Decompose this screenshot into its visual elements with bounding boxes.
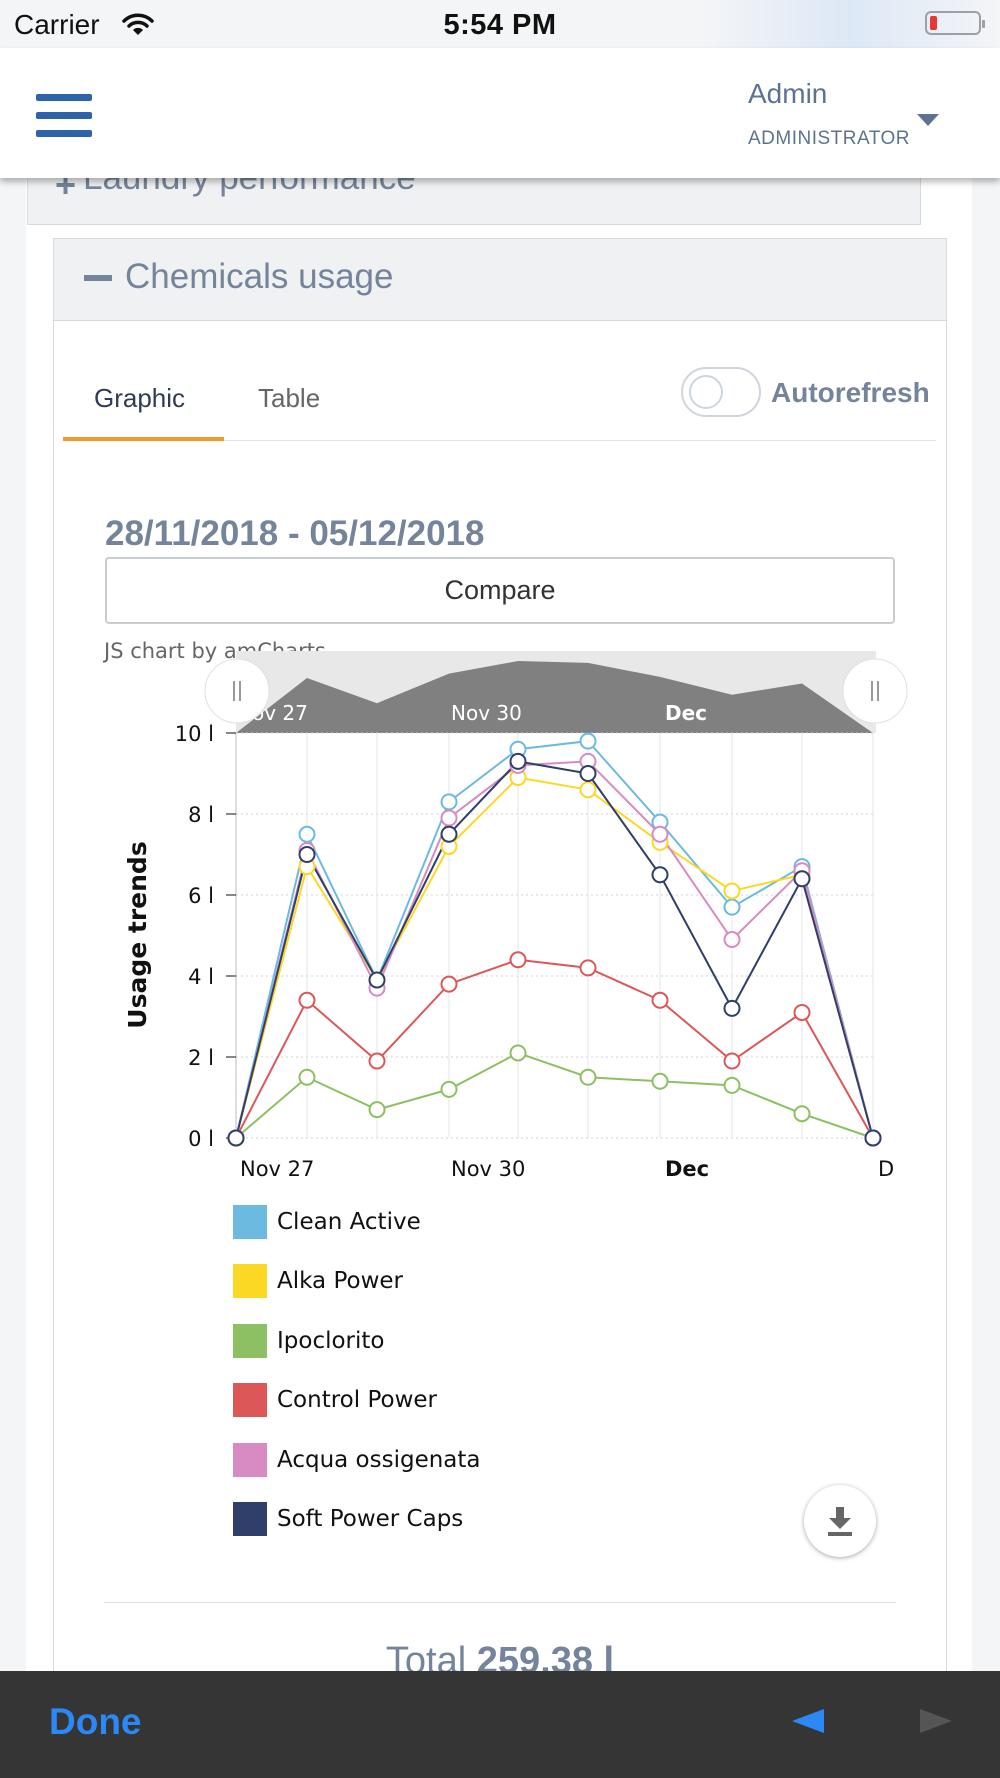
legend-label: Control Power	[277, 1387, 437, 1414]
y-axis: 0 l 2 l 4 l 6 l 8 l 10 l	[175, 722, 236, 1151]
legend-swatch	[233, 1383, 267, 1418]
y-tick-label: 4 l	[188, 965, 214, 989]
legend-label: Soft Power Caps	[277, 1506, 464, 1532]
y-axis-title: Usage trends	[123, 841, 152, 1028]
data-point[interactable]	[440, 825, 458, 843]
data-point[interactable]	[440, 793, 458, 811]
x-axis: Nov 27 Nov 30 Dec D	[240, 1157, 894, 1181]
data-point[interactable]	[579, 781, 597, 799]
data-point[interactable]	[440, 809, 458, 827]
data-point[interactable]	[723, 1076, 741, 1094]
legend-swatch	[233, 1502, 267, 1536]
data-point[interactable]	[509, 951, 527, 969]
legend-label: Alka Power	[277, 1268, 403, 1295]
data-point[interactable]	[723, 898, 741, 916]
bottom-toolbar: Done	[0, 1671, 1000, 1778]
legend-item[interactable]: Soft Power Caps	[233, 1502, 533, 1538]
legend-item[interactable]: Acqua ossigenata	[233, 1442, 533, 1479]
data-point[interactable]	[651, 825, 669, 843]
legend-swatch	[233, 1264, 267, 1299]
series-line	[235, 776, 874, 1139]
scrollbar-left-grip[interactable]	[204, 658, 270, 724]
hamburger-menu-icon[interactable]	[36, 94, 92, 140]
y-tick-label: 8 l	[188, 803, 214, 827]
scrollbar-label: Nov 30	[451, 701, 522, 725]
series-line	[235, 1051, 874, 1139]
user-name[interactable]: Admin	[748, 78, 827, 110]
legend-label: Clean Active	[277, 1209, 421, 1235]
data-point[interactable]	[579, 1068, 597, 1086]
divider	[104, 1602, 896, 1603]
legend-item[interactable]: Alka Power	[233, 1264, 533, 1300]
series-line	[235, 740, 874, 1139]
y-tick-label: 6 l	[188, 884, 214, 908]
data-point[interactable]	[440, 975, 458, 993]
data-point[interactable]	[368, 971, 386, 989]
chart-grid	[235, 732, 876, 1139]
data-point[interactable]	[723, 999, 741, 1017]
x-tick-label: Nov 30	[451, 1157, 525, 1181]
data-point[interactable]	[440, 1080, 458, 1098]
data-point[interactable]	[793, 1105, 811, 1123]
usage-trends-chart: ov 27 Nov 30 Dec 0 l 2 l 4 l 6 l 8 l 10 l Nov…	[123, 651, 908, 1181]
data-point[interactable]	[298, 1068, 316, 1086]
x-tick-label: Dec	[665, 1157, 709, 1181]
data-point[interactable]	[368, 1052, 386, 1070]
download-button[interactable]	[804, 1485, 876, 1557]
data-point[interactable]	[298, 846, 316, 863]
legend-label: Ipoclorito	[277, 1327, 385, 1354]
arrow-right-icon[interactable]	[920, 1709, 952, 1733]
legend-swatch	[233, 1323, 267, 1358]
legend-swatch	[233, 1442, 267, 1477]
data-point[interactable]	[298, 991, 316, 1009]
app-header: Admin ADMINISTRATOR	[0, 48, 1000, 178]
data-point[interactable]	[579, 959, 597, 977]
scrollbar-label: Dec	[665, 701, 707, 725]
chart-scrollbar[interactable]: ov 27 Nov 30 Dec	[204, 651, 908, 733]
data-point[interactable]	[723, 1052, 741, 1070]
done-button[interactable]: Done	[49, 1701, 142, 1743]
chart-points[interactable]	[227, 732, 882, 1147]
data-point[interactable]	[723, 882, 741, 900]
series-line	[235, 958, 874, 1139]
data-point[interactable]	[509, 752, 527, 770]
x-tick-label: Nov 27	[240, 1157, 314, 1181]
legend-item[interactable]: Ipoclorito	[233, 1323, 533, 1360]
legend-label: Acqua ossigenata	[277, 1446, 481, 1473]
user-role[interactable]: ADMINISTRATOR	[748, 128, 910, 150]
data-point[interactable]	[579, 732, 597, 750]
legend-swatch	[233, 1205, 267, 1239]
chevron-down-icon[interactable]	[917, 114, 939, 126]
data-point[interactable]	[864, 1129, 882, 1147]
chart-lines	[235, 740, 874, 1139]
data-point[interactable]	[298, 825, 316, 843]
data-point[interactable]	[793, 870, 811, 888]
arrow-left-icon[interactable]	[792, 1709, 824, 1733]
data-point[interactable]	[793, 1003, 811, 1021]
legend-item[interactable]: Clean Active	[233, 1205, 533, 1241]
data-point[interactable]	[227, 1129, 245, 1147]
data-point[interactable]	[651, 991, 669, 1009]
y-tick-label: 10 l	[175, 722, 214, 746]
download-icon	[828, 1507, 852, 1536]
series-line	[235, 760, 874, 1139]
series-line	[235, 760, 874, 1139]
y-tick-label: 0 l	[188, 1127, 214, 1151]
legend-item[interactable]: Control Power	[233, 1383, 533, 1419]
data-point[interactable]	[579, 765, 597, 782]
x-tick-label: D	[878, 1157, 894, 1181]
data-point[interactable]	[723, 931, 741, 949]
data-point[interactable]	[651, 866, 669, 884]
data-point[interactable]	[509, 1044, 527, 1062]
data-point[interactable]	[651, 1072, 669, 1090]
data-point[interactable]	[368, 1101, 386, 1119]
y-tick-label: 2 l	[188, 1046, 214, 1070]
scrollbar-right-grip[interactable]	[842, 658, 908, 724]
